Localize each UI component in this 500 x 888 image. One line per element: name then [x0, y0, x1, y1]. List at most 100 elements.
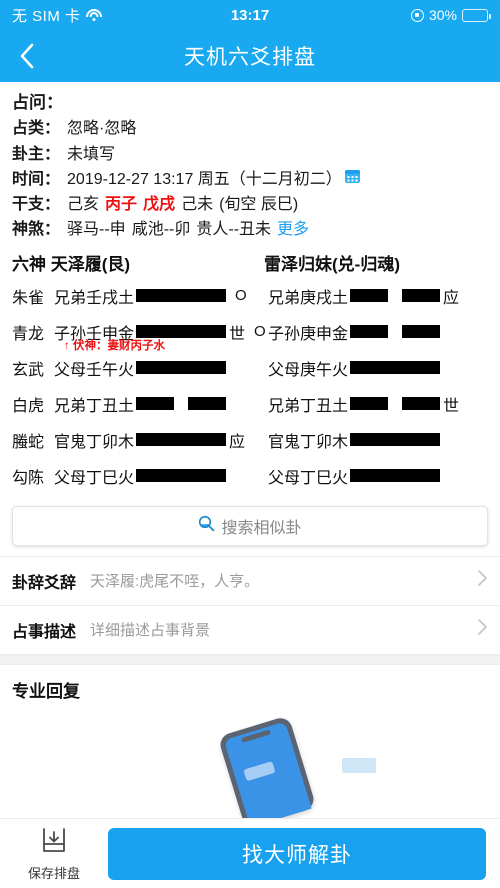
ganzhi-hour: 己未	[181, 196, 214, 214]
shensha-item-3: 贵人--丑未	[196, 221, 272, 239]
shensha-item-2: 咸池--卯	[131, 221, 191, 239]
hexagram-headers: 六神 天泽履(艮) 雷泽归妹(兑-归魂)	[12, 251, 488, 278]
time-value-wrap: 2019-12-27 13:17 周五（十二月初二）	[67, 167, 361, 192]
yao-line-yang	[136, 361, 227, 375]
moving-line-marker: O	[254, 323, 266, 341]
yao-name-changed: 子孙庚申金	[268, 325, 349, 343]
phone-notch	[240, 729, 272, 743]
yao-bar	[350, 397, 389, 411]
hexagram-row-changed: 子孙庚申金	[264, 320, 488, 344]
calendar-icon[interactable]	[344, 167, 361, 192]
yao-bar	[350, 433, 441, 447]
list-item[interactable]: 卦辞爻辞 天泽履:虎尾不咥，人亨。	[0, 556, 500, 606]
status-bar-right: 30%	[410, 7, 491, 23]
hexagram-panel: 六神 天泽履(艮) 雷泽归妹(兑-归魂) 朱雀 兄弟壬戌土 O 兄弟庚戌土应青龙 子孙壬…	[0, 247, 500, 500]
yao-line-yang	[136, 433, 227, 447]
shi-ying-marker-changed: 世	[443, 397, 460, 415]
ganzhi-year: 己亥	[67, 196, 100, 214]
yao-bar	[136, 397, 175, 411]
hexagram-row-primary: 勾陈 父母丁巳火	[12, 464, 264, 488]
find-master-label: 找大师解卦	[242, 843, 352, 867]
yao-line-yang	[350, 433, 441, 447]
yao-bar	[350, 469, 441, 483]
hexagram-row[interactable]: 勾陈 父母丁巳火 父母丁巳火	[12, 458, 488, 494]
find-master-button[interactable]: 找大师解卦	[108, 827, 486, 880]
hexagram-row-changed: 父母庚午火	[264, 356, 488, 380]
hexagram-row-primary: 青龙 子孙壬申金世 O ↑ 伏神：妻财丙子水	[12, 320, 266, 352]
shensha-more-link[interactable]: 更多	[277, 217, 309, 242]
six-god-label: 青龙	[12, 325, 45, 343]
time-value: 2019-12-27 13:17 周五（十二月初二）	[67, 170, 342, 188]
ganzhi-day: 戊戌	[143, 196, 176, 214]
info-heading: 占问：	[12, 93, 63, 112]
primary-hexagram-name: 天泽履(艮)	[50, 254, 131, 274]
navigation-bar: 天机六爻排盘	[0, 30, 500, 82]
hexagram-row[interactable]: 白虎 兄弟丁丑土 兄弟丁丑土 世	[12, 386, 488, 422]
status-bar: 无 SIM 卡 13:17 30%	[0, 0, 500, 30]
ganzhi-label: 干支：	[12, 196, 61, 214]
detail-list: 卦辞爻辞 天泽履:虎尾不咥，人亨。 占事描述 详细描述占事背景	[0, 555, 500, 655]
page-title: 天机六爻排盘	[184, 46, 316, 69]
time-label: 时间：	[12, 170, 61, 188]
yao-name-primary: 父母壬午火	[54, 361, 135, 379]
yao-bar	[402, 325, 441, 339]
hexagram-rows: 朱雀 兄弟壬戌土 O 兄弟庚戌土应青龙 子孙壬申金世 O ↑ 伏神：妻财丙子水 子孙庚申金 玄武…	[12, 278, 488, 494]
phone-content-blob	[243, 760, 276, 782]
search-similar-button[interactable]: 搜索相似卦	[12, 505, 488, 546]
yao-name-primary: 父母丁巳火	[54, 469, 135, 487]
shensha-label: 神煞：	[12, 221, 61, 239]
phone-screen	[223, 721, 312, 828]
save-chart-button[interactable]: 保存排盘	[14, 825, 94, 882]
yao-bar	[402, 397, 441, 411]
ganzhi-xunkong: (旬空 辰巳)	[219, 196, 299, 214]
shensha-item-1: 驿马--申	[67, 221, 126, 239]
hexagram-row-primary: 白虎 兄弟丁丑土	[12, 392, 264, 416]
hexagram-row-changed: 官鬼丁卯木	[264, 428, 488, 452]
save-download-icon	[39, 825, 69, 860]
yao-bar	[350, 325, 389, 339]
six-god-label: 螣蛇	[12, 433, 45, 451]
battery-icon	[462, 8, 491, 22]
changed-hexagram-name: 雷泽归妹(兑-归魂)	[264, 254, 400, 274]
sixgod-column-header: 六神	[12, 254, 46, 274]
yao-line-yin	[350, 325, 441, 339]
hexagram-row[interactable]: 朱雀 兄弟壬戌土 O 兄弟庚戌土 应	[12, 278, 488, 314]
yao-line-yang	[136, 289, 227, 303]
yao-name-primary: 官鬼丁卯木	[54, 433, 135, 451]
hexagram-row-changed: 兄弟庚戌土 应	[264, 284, 488, 308]
section-divider	[0, 654, 500, 665]
yao-bar	[402, 289, 441, 303]
yao-line-yang	[350, 361, 441, 375]
yao-bar	[136, 361, 227, 375]
moving-line-marker: O	[235, 287, 247, 305]
yao-name-primary: 兄弟丁丑土	[54, 397, 135, 415]
zhanshi-description-label: 占事描述	[12, 623, 77, 641]
six-god-label: 勾陈	[12, 469, 45, 487]
yao-name-changed: 父母丁巳火	[268, 469, 349, 487]
hexagram-row[interactable]: 青龙 子孙壬申金世 O ↑ 伏神：妻财丙子水 子孙庚申金	[12, 314, 488, 352]
hexagram-header-left: 六神 天泽履(艮)	[12, 251, 264, 278]
search-icon	[198, 515, 215, 537]
yao-line-yin	[350, 397, 441, 411]
shi-ying-marker-primary: 应	[229, 433, 246, 451]
divination-info: 占问： 占类： 忽略·忽略 卦主： 未填写 时间： 2019-12-27 13:…	[0, 82, 500, 247]
six-god-label: 白虎	[12, 397, 45, 415]
zhanshi-description-value: 详细描述占事背景	[90, 622, 211, 640]
hexagram-row[interactable]: 玄武 父母壬午火 父母庚午火	[12, 350, 488, 386]
yao-name-changed: 父母庚午火	[268, 361, 349, 379]
yao-name-primary: 兄弟壬戌土	[54, 289, 135, 307]
hexagram-row[interactable]: 螣蛇 官鬼丁卯木应官鬼丁卯木	[12, 422, 488, 458]
category-label: 占类：	[12, 120, 61, 138]
bottom-action-bar: 保存排盘 找大师解卦	[0, 818, 500, 888]
shi-ying-marker-primary: 世	[229, 325, 246, 343]
list-item[interactable]: 占事描述 详细描述占事背景	[0, 605, 500, 655]
search-section: 搜索相似卦	[0, 500, 500, 556]
owner-label: 卦主：	[12, 145, 61, 163]
yao-bar	[350, 361, 441, 375]
owner-value: 未填写	[67, 145, 116, 163]
rotation-lock-icon	[410, 8, 424, 22]
search-placeholder: 搜索相似卦	[221, 519, 302, 537]
ganzhi-month: 丙子	[105, 196, 138, 214]
hexagram-row-primary: 玄武 父母壬午火	[12, 356, 264, 380]
chevron-right-icon	[477, 618, 488, 641]
